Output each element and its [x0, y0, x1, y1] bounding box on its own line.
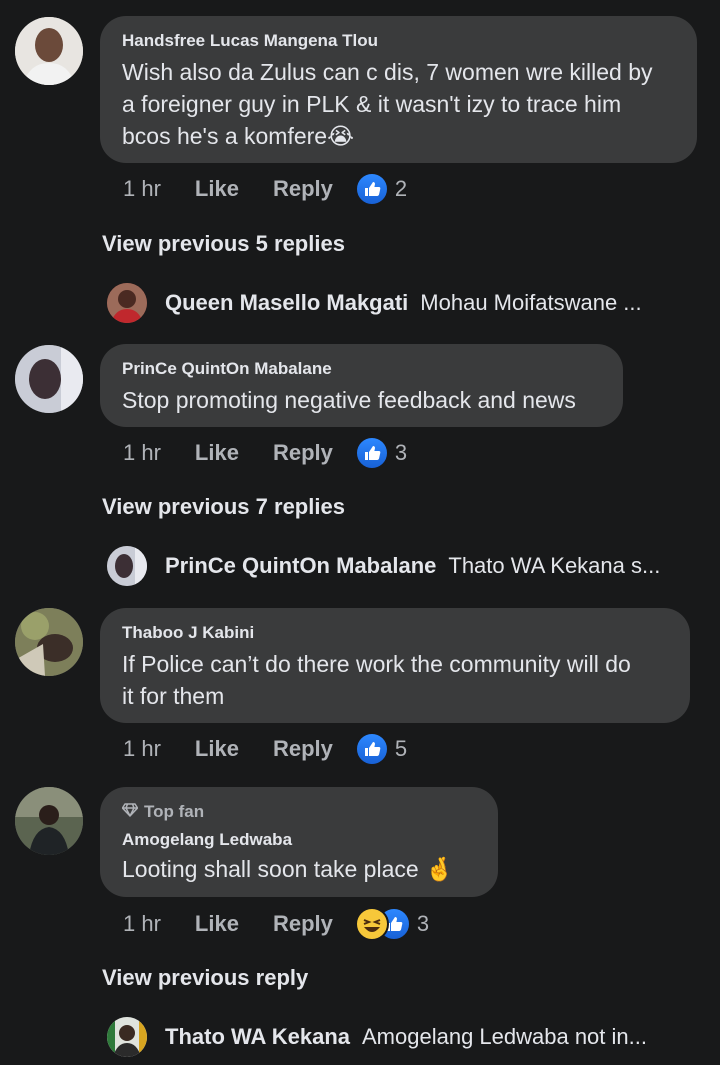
comment-text: Wish also da Zulus can c dis, 7 women wr…: [122, 59, 653, 149]
like-button[interactable]: Like: [195, 911, 239, 937]
reaction-count: 3: [394, 440, 408, 465]
comment-actions: 1 hr Like Reply 5: [123, 732, 408, 766]
reaction-summary[interactable]: 3: [354, 436, 408, 470]
view-previous-replies-link[interactable]: View previous reply: [102, 965, 308, 991]
reply-preview[interactable]: Queen Masello Makgati Mohau Moifatswane …: [107, 283, 642, 323]
avatar[interactable]: [15, 787, 83, 855]
comment-text: If Police can’t do there work the commun…: [122, 651, 631, 709]
crying-emoji-icon: 😭: [327, 123, 354, 149]
crossed-fingers-emoji-icon: 🤞: [425, 856, 454, 882]
comment-actions: 1 hr Like Reply 2: [123, 172, 408, 206]
comment-actions: 1 hr Like Reply 3: [123, 436, 408, 470]
reaction-count: 3: [416, 911, 430, 936]
avatar: [107, 283, 147, 323]
reply-preview[interactable]: Thato WA Kekana Amogelang Ledwaba not in…: [107, 1017, 647, 1057]
avatar: [107, 1017, 147, 1057]
reaction-count: 5: [394, 736, 408, 761]
reaction-summary[interactable]: 2: [354, 172, 408, 206]
avatar[interactable]: [15, 608, 83, 676]
timestamp[interactable]: 1 hr: [123, 736, 161, 762]
comment-bubble: Handsfree Lucas Mangena Tlou Wish also d…: [100, 16, 697, 163]
reply-button[interactable]: Reply: [273, 911, 333, 937]
reply-button[interactable]: Reply: [273, 176, 333, 202]
haha-emoji-icon: [354, 907, 389, 941]
like-button[interactable]: Like: [195, 440, 239, 466]
reaction-summary[interactable]: 3: [354, 907, 430, 941]
reply-author[interactable]: Queen Masello Makgati: [165, 290, 408, 316]
timestamp[interactable]: 1 hr: [123, 440, 161, 466]
avatar[interactable]: [15, 17, 83, 85]
reaction-count: 2: [394, 176, 408, 201]
like-thumb-icon: [354, 172, 389, 206]
comment-author[interactable]: PrinCe QuintOn Mabalane: [122, 358, 601, 380]
comment-author[interactable]: Amogelang Ledwaba: [122, 829, 476, 851]
reply-button[interactable]: Reply: [273, 736, 333, 762]
comment-bubble: Top fan Amogelang Ledwaba Looting shall …: [100, 787, 498, 897]
comment-author[interactable]: Handsfree Lucas Mangena Tlou: [122, 30, 675, 52]
like-button[interactable]: Like: [195, 736, 239, 762]
reply-text: Mohau Moifatswane ...: [420, 290, 642, 315]
reply-button[interactable]: Reply: [273, 440, 333, 466]
comment-text: Looting shall soon take place 🤞: [122, 856, 454, 882]
avatar: [107, 546, 147, 586]
avatar[interactable]: [15, 345, 83, 413]
comment-actions: 1 hr Like Reply 3: [123, 907, 430, 941]
comment-author[interactable]: Thaboo J Kabini: [122, 622, 668, 644]
like-button[interactable]: Like: [195, 176, 239, 202]
reply-text: Amogelang Ledwaba not in...: [362, 1024, 647, 1049]
comment-bubble: PrinCe QuintOn Mabalane Stop promoting n…: [100, 344, 623, 427]
reply-preview[interactable]: PrinCe QuintOn Mabalane Thato WA Kekana …: [107, 546, 660, 586]
like-thumb-icon: [354, 732, 389, 766]
comment-text: Stop promoting negative feedback and new…: [122, 387, 576, 413]
like-thumb-icon: [354, 436, 389, 470]
timestamp[interactable]: 1 hr: [123, 911, 161, 937]
timestamp[interactable]: 1 hr: [123, 176, 161, 202]
diamond-icon: [121, 801, 139, 823]
reply-text: Thato WA Kekana s...: [448, 553, 661, 578]
reply-author[interactable]: Thato WA Kekana: [165, 1024, 350, 1050]
reply-author[interactable]: PrinCe QuintOn Mabalane: [165, 553, 436, 579]
reaction-summary[interactable]: 5: [354, 732, 408, 766]
view-previous-replies-link[interactable]: View previous 7 replies: [102, 494, 345, 520]
top-fan-badge: Top fan: [121, 801, 476, 823]
view-previous-replies-link[interactable]: View previous 5 replies: [102, 231, 345, 257]
comment-bubble: Thaboo J Kabini If Police can’t do there…: [100, 608, 690, 723]
